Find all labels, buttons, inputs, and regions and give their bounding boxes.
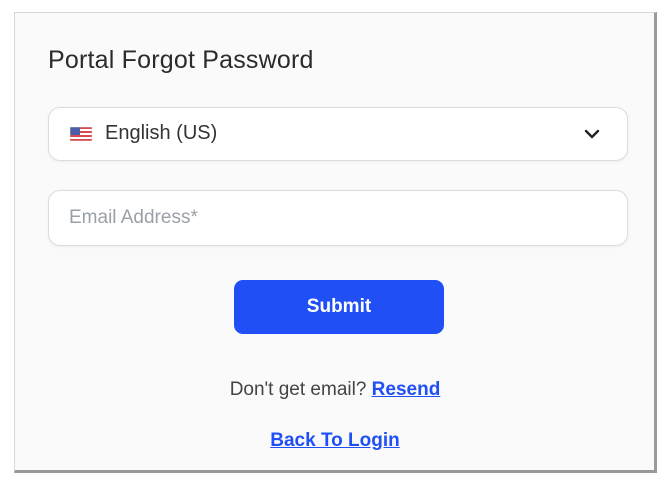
back-to-login-link[interactable]: Back To Login [270, 430, 399, 451]
resend-row: Don't get email? Resend [15, 379, 655, 401]
resend-link[interactable]: Resend [372, 379, 441, 400]
chevron-down-icon [584, 129, 600, 139]
language-select[interactable]: English (US) [48, 107, 628, 161]
email-field[interactable] [48, 190, 628, 246]
us-flag-icon [70, 127, 92, 141]
language-select-value: English (US) [105, 122, 218, 144]
resend-prompt: Don't get email? [229, 379, 372, 400]
page-title: Portal Forgot Password [48, 46, 314, 74]
forgot-password-card: Portal Forgot Password English (US) Subm… [14, 12, 657, 473]
submit-button[interactable]: Submit [234, 280, 444, 334]
back-row: Back To Login [15, 430, 655, 452]
